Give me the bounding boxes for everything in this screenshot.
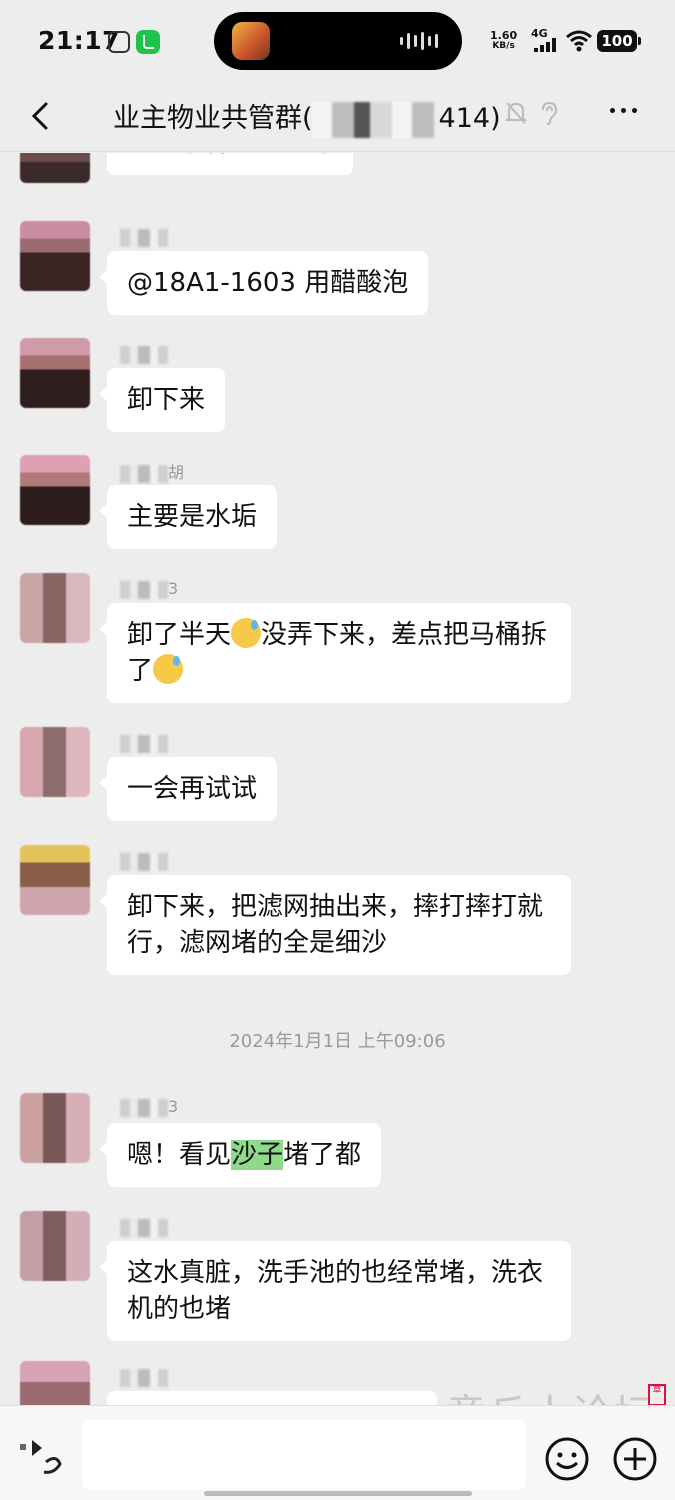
mute-icon: [504, 102, 528, 124]
audio-wave-icon: [400, 32, 438, 50]
network-speed: 1.60 KB/s: [490, 30, 517, 52]
avatar[interactable]: [20, 338, 90, 408]
redacted-title-part: [312, 102, 434, 138]
now-playing-app-icon: [232, 22, 270, 60]
sweat-emoji-icon: [231, 618, 262, 648]
message-bubble[interactable]: 一会再试试: [98, 757, 278, 821]
dynamic-island[interactable]: [214, 12, 462, 70]
wifi-icon: [566, 30, 592, 52]
sender-name: [120, 344, 168, 366]
speed-unit: KB/s: [492, 41, 515, 51]
home-indicator[interactable]: [204, 1491, 472, 1496]
notification-icon: [108, 31, 130, 53]
highlighted-text: 沙子: [231, 1140, 284, 1170]
message-bubble[interactable]: 嗯！看见沙子堵了都: [98, 1123, 382, 1187]
avatar[interactable]: [20, 845, 90, 915]
message-bubble[interactable]: 这水真脏，洗手池的也经常堵，洗衣机的也堵: [99, 1241, 571, 1341]
sender-name: 胡: [120, 459, 184, 483]
message-bubble[interactable]: 卸下来，把滤网抽出来，摔打摔打就行，滤网堵的全是细沙: [99, 875, 571, 975]
plus-icon[interactable]: [612, 1436, 658, 1482]
avatar[interactable]: [20, 153, 90, 183]
avatar[interactable]: [20, 1093, 90, 1163]
message-text: 嗯！看见: [127, 1140, 232, 1170]
message-bubble[interactable]: @18A1-1603 用醋酸泡: [98, 251, 429, 315]
member-count: 414): [438, 103, 501, 134]
message-timestamp: 2024年1月1日 上午09:06: [229, 1031, 446, 1052]
message-bubble[interactable]: 卸了半天 没弄下来，差点把马桶拆了: [99, 603, 571, 703]
avatar[interactable]: [20, 1361, 90, 1405]
chat-title-text: 业主物业共管群(: [113, 103, 313, 134]
chat-title[interactable]: 业主物业共管群( 414): [113, 96, 501, 135]
ear-icon: [542, 101, 558, 125]
status-bar: 21:17 1.60 KB/s 4G 100: [0, 0, 675, 84]
avatar[interactable]: [20, 221, 90, 291]
more-icon[interactable]: [610, 108, 637, 113]
avatar[interactable]: [20, 1211, 90, 1281]
watermark-seal: 章: [648, 1384, 666, 1406]
input-bar: [0, 1405, 675, 1500]
message-text: 卸了半天: [127, 620, 232, 650]
sender-name: [120, 851, 168, 873]
signal-icon: [534, 38, 556, 52]
message-bubble[interactable]: [107, 1391, 437, 1405]
message-text: 堵了都: [283, 1140, 362, 1170]
message-bubble[interactable]: 上个水得 20 分钟: [107, 153, 353, 175]
message-input[interactable]: [82, 1420, 526, 1490]
message-list[interactable]: 上个水得 20 分钟 @18A1-1603 用醋酸泡 卸下来 胡 主要是水垢 3…: [0, 153, 675, 1405]
avatar[interactable]: [20, 455, 90, 525]
voice-icon[interactable]: [16, 1434, 66, 1478]
sender-name: [120, 227, 168, 249]
back-arrow-icon[interactable]: [24, 98, 60, 134]
message-bubble[interactable]: 主要是水垢: [98, 485, 278, 549]
sender-name: [120, 1367, 168, 1389]
message-bubble[interactable]: 卸下来: [98, 368, 226, 432]
sender-name: 3: [120, 1097, 178, 1119]
battery-icon: 100: [597, 30, 641, 52]
sender-name: [120, 733, 168, 755]
speed-value: 1.60: [490, 29, 518, 42]
sender-name: [120, 1217, 168, 1239]
emoji-icon[interactable]: [544, 1436, 590, 1482]
avatar[interactable]: [20, 573, 90, 643]
phone-app-icon: [136, 30, 160, 54]
sweat-emoji-icon: [153, 654, 184, 684]
avatar[interactable]: [20, 727, 90, 797]
sender-name: 3: [120, 579, 178, 601]
chat-header: 业主物业共管群( 414): [0, 84, 675, 152]
